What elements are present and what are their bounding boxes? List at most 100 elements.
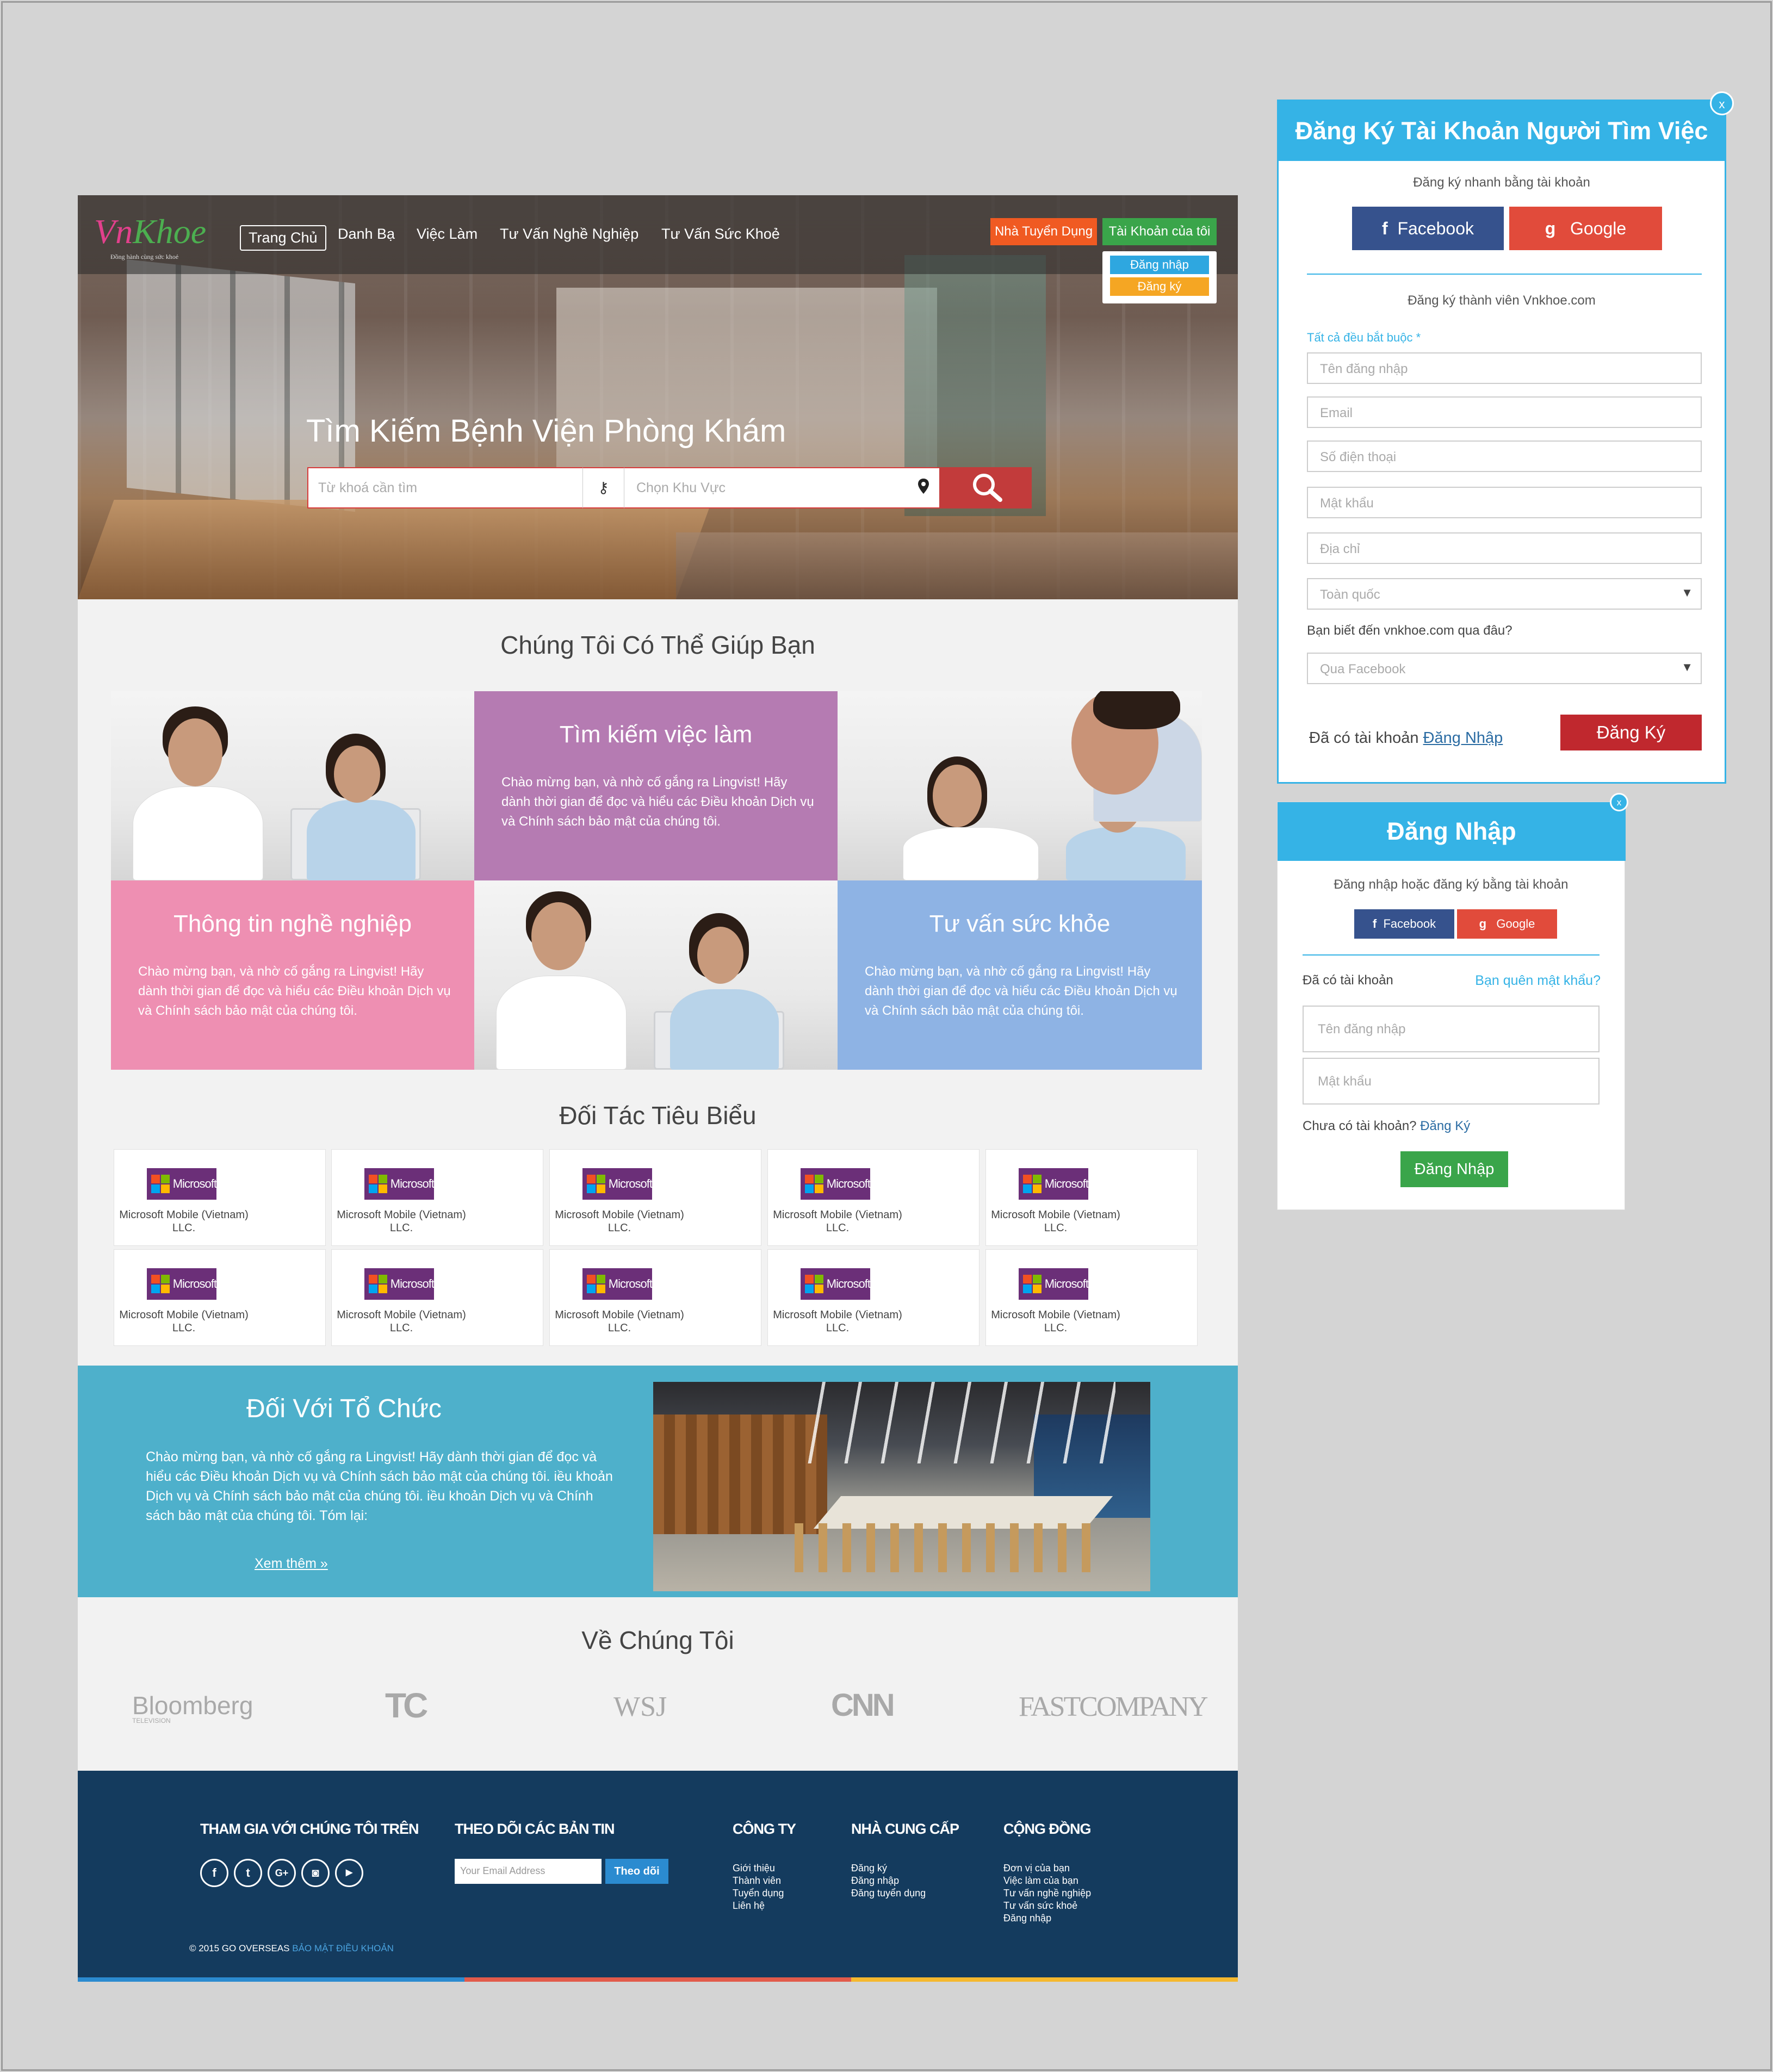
see-more-link[interactable]: Xem thêm » [255,1556,328,1572]
login-submit-button[interactable]: Đăng Nhập [1400,1151,1508,1187]
footer-company-heading: CÔNG TY [733,1821,796,1837]
forgot-password-link[interactable]: Bạn quên mật khẩu? [1475,973,1601,989]
google-register-button[interactable]: g Google [1509,207,1662,250]
login-username-input[interactable]: Tên đăng nhập [1303,1006,1600,1052]
login-link[interactable]: Đăng Nhập [1423,729,1503,747]
phone-input[interactable]: Số điện thoại [1307,441,1702,472]
office-lights [789,1382,1115,1463]
youtube-icon[interactable]: ▶ [335,1859,363,1887]
footer-link[interactable]: Liên hệ [733,1900,784,1912]
region-select[interactable]: Toàn quốc ▼ [1307,578,1702,610]
footer-link[interactable]: Việc làm của bạn [1003,1875,1091,1887]
partner-card[interactable]: Microsoft Microsoft Mobile (Vietnam) LLC. [767,1149,980,1246]
partner-card[interactable]: Microsoft Microsoft Mobile (Vietnam) LLC. [114,1149,326,1246]
key-icon: ⚷ [582,467,624,508]
footer-color-bar [78,1977,464,1982]
footer-link[interactable]: Đăng ký [851,1862,926,1875]
footer-link[interactable]: Giới thiệu [733,1862,784,1875]
tile-career-info[interactable]: Thông tin nghề nghiệp Chào mừng bạn, và … [111,880,474,1070]
register-link[interactable]: Đăng Ký [1420,1119,1470,1133]
keyword-input[interactable]: Từ khoá cần tìm [307,467,582,508]
tile-title: Tìm kiếm việc làm [559,721,753,748]
instagram-icon[interactable]: ◙ [301,1859,330,1887]
terms-link[interactable]: BẢO MẬT ĐIỀU KHOẢN [292,1943,394,1953]
tile-health-advice[interactable]: Tư vấn sức khỏe Chào mừng bạn, và nhờ cố… [838,880,1202,1070]
username-input[interactable]: Tên đăng nhập [1307,352,1702,384]
nav-item-jobs[interactable]: Việc Làm [417,226,478,243]
techcrunch-logo: TC [385,1686,428,1725]
tile-text: Chào mừng bạn, và nhờ cố gắng ra Lingvis… [865,964,1177,1018]
footer-link[interactable]: Đơn vị của bạn [1003,1862,1091,1875]
facebook-icon[interactable]: f [200,1859,228,1887]
footer-link[interactable]: Tuyển dụng [733,1887,784,1900]
partner-card[interactable]: Microsoft Microsoft Mobile (Vietnam) LLC. [331,1149,543,1246]
tile-find-jobs[interactable]: Tìm kiếm việc làm Chào mừng bạn, và nhờ … [474,691,838,880]
facebook-login-button[interactable]: f Facebook [1354,909,1454,939]
password-input[interactable]: Mật khẩu [1307,487,1702,518]
chevron-right-icon: » [320,1556,328,1571]
partner-card[interactable]: Microsoft Microsoft Mobile (Vietnam) LLC. [331,1249,543,1346]
footer-join-heading: THAM GIA VỚI CHÚNG TÔI TRÊN [200,1821,419,1837]
register-submit-button[interactable]: Đăng Ký [1560,715,1702,750]
microsoft-logo: Microsoft [582,1168,653,1200]
email-input[interactable]: Email [1307,396,1702,428]
site-logo[interactable]: VnKhoe Đồng hành cùng sức khoẻ [94,212,206,260]
footer-link[interactable]: Thành viên [733,1875,784,1887]
search-button[interactable] [939,467,1032,508]
logo-text: Microsoft [608,1177,653,1190]
person-face [168,718,222,786]
login-password-input[interactable]: Mật khẩu [1303,1058,1600,1105]
login-close-button[interactable]: x [1610,793,1628,811]
login-title: Đăng Nhập [1278,802,1626,861]
dropdown-register[interactable]: Đăng ký [1110,277,1209,296]
twitter-icon[interactable]: t [234,1859,262,1887]
caret-down-icon: ▼ [1681,660,1693,674]
microsoft-logo: Microsoft [1019,1168,1089,1200]
no-account-text: Chưa có tài khoản? Đăng Ký [1303,1119,1470,1134]
have-account-label: Đã có tài khoản [1309,729,1419,747]
dropdown-login[interactable]: Đăng nhập [1110,256,1209,274]
partner-name: Microsoft Mobile (Vietnam) LLC. [119,1209,249,1234]
logo-text: Microsoft [390,1177,435,1190]
microsoft-logo: Microsoft [801,1268,871,1300]
person-image [903,827,1039,880]
footer-link[interactable]: Tư vấn sức khoẻ [1003,1900,1091,1912]
partner-name: Microsoft Mobile (Vietnam) LLC. [337,1209,466,1234]
nav-item-career-advice[interactable]: Tư Vấn Nghề Nghiệp [500,226,638,243]
newsletter-email-input[interactable]: Your Email Address [455,1859,602,1884]
partner-name: Microsoft Mobile (Vietnam) LLC. [555,1309,684,1334]
footer-community-links: Đơn vị của bạn Việc làm của bạn Tư vấn n… [1003,1862,1091,1925]
person-image [133,786,263,880]
microsoft-logo: Microsoft [364,1168,435,1200]
partner-card[interactable]: Microsoft Microsoft Mobile (Vietnam) LLC. [985,1149,1198,1246]
site-footer: THAM GIA VỚI CHÚNG TÔI TRÊN f t G+ ◙ ▶ T… [78,1771,1238,1982]
partner-card[interactable]: Microsoft Microsoft Mobile (Vietnam) LLC. [549,1249,761,1346]
google-plus-icon[interactable]: G+ [268,1859,296,1887]
about-title: Về Chúng Tôi [581,1626,734,1654]
nav-item-health-advice[interactable]: Tư Vấn Sức Khoẻ [661,226,780,243]
facebook-register-button[interactable]: f Facebook [1352,207,1504,250]
newsletter-follow-button[interactable]: Theo dõi [605,1859,668,1884]
source-select[interactable]: Qua Facebook ▼ [1307,653,1702,684]
google-login-button[interactable]: g Google [1457,909,1557,939]
footer-link[interactable]: Đăng tuyển dụng [851,1887,926,1900]
cnn-logo: CNN [831,1688,895,1723]
partner-card[interactable]: Microsoft Microsoft Mobile (Vietnam) LLC. [767,1249,980,1346]
employer-button[interactable]: Nhà Tuyển Dụng [990,218,1097,245]
area-select[interactable]: Chọn Khu Vực [624,467,939,508]
nav-item-directory[interactable]: Danh Bạ [338,226,395,243]
person-face [334,746,380,803]
partner-card[interactable]: Microsoft Microsoft Mobile (Vietnam) LLC. [114,1249,326,1346]
google-icon: g [1545,219,1556,238]
person-image [496,976,627,1070]
register-close-button[interactable]: x [1710,91,1734,115]
my-account-button[interactable]: Tài Khoản của tôi [1102,218,1217,245]
register-title: Đăng Ký Tài Khoản Người Tìm Việc [1279,101,1725,161]
nav-item-home[interactable]: Trang Chủ [240,225,326,251]
partner-card[interactable]: Microsoft Microsoft Mobile (Vietnam) LLC. [985,1249,1198,1346]
footer-link[interactable]: Đăng nhập [1003,1912,1091,1925]
footer-link[interactable]: Tư vấn nghề nghiệp [1003,1887,1091,1900]
partner-card[interactable]: Microsoft Microsoft Mobile (Vietnam) LLC. [549,1149,761,1246]
footer-link[interactable]: Đăng nhập [851,1875,926,1887]
address-input[interactable]: Địa chỉ [1307,532,1702,564]
